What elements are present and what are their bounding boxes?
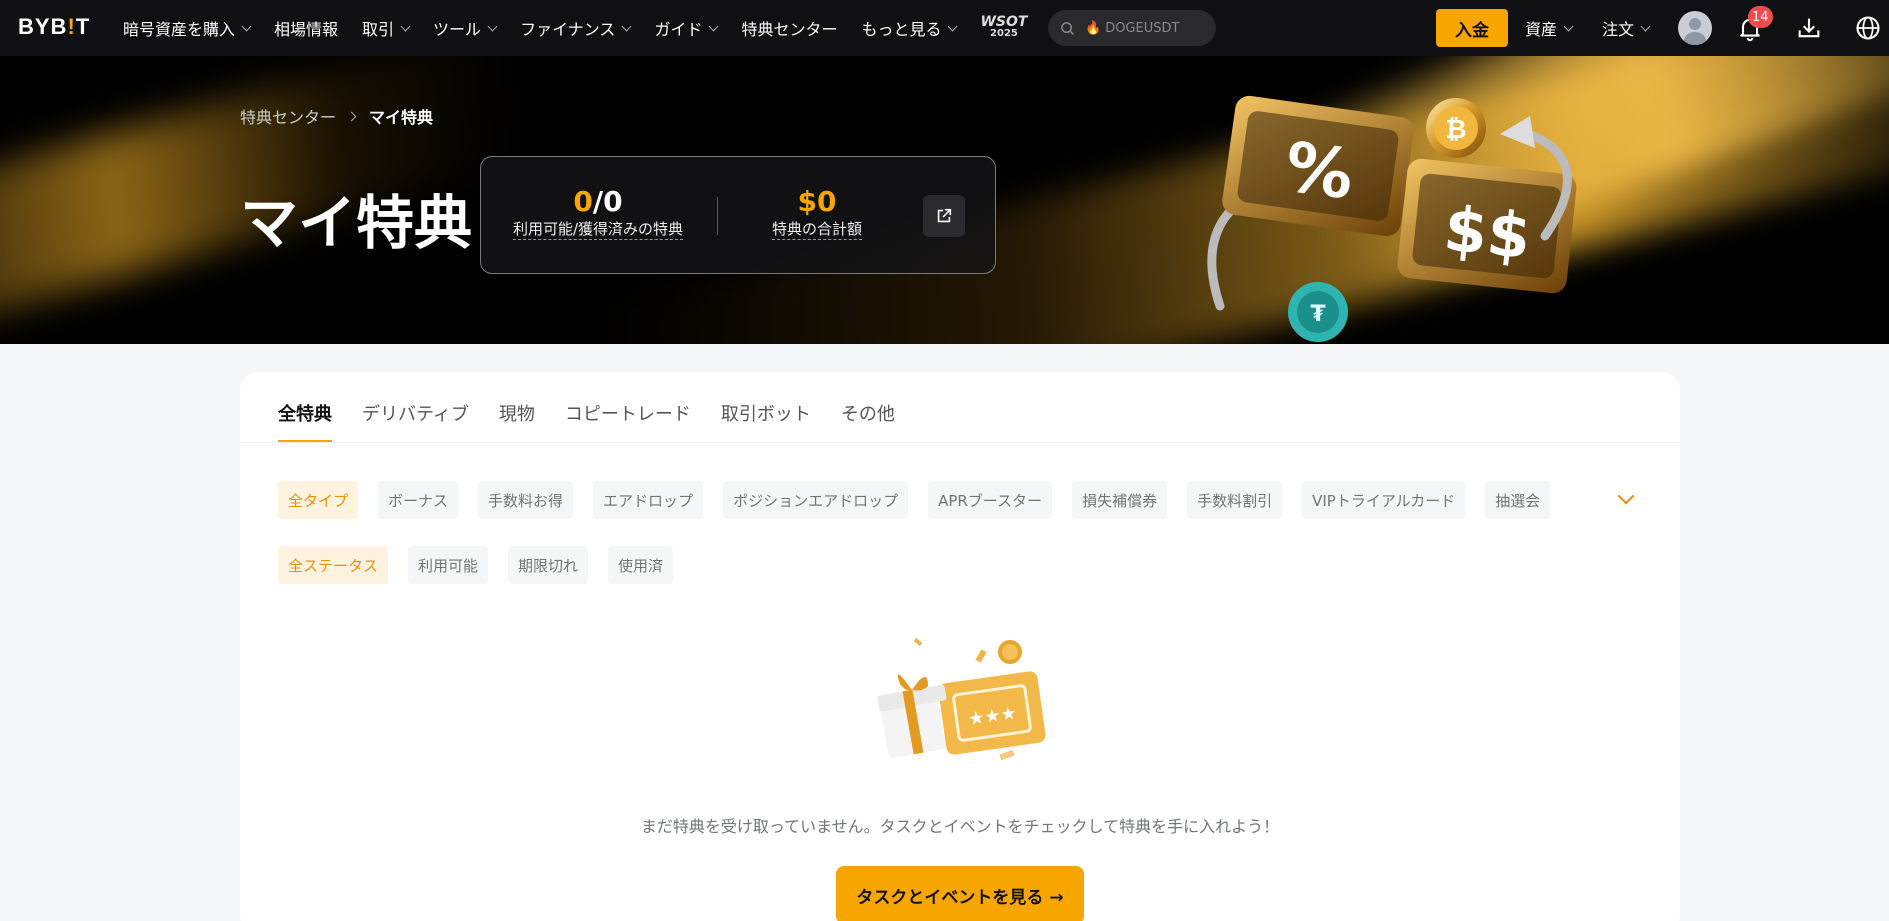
nav-menu: 暗号資産を購入 相場情報 取引 ツール ファイナンス ガイド 特典センター もっ… (123, 0, 1057, 56)
filter-type-all[interactable]: 全タイプ (278, 481, 359, 519)
svg-text:₿: ₿ (1445, 115, 1466, 145)
divider (717, 197, 718, 235)
dollar-symbol: $$ (1441, 192, 1534, 274)
chevron-down-icon (709, 21, 719, 31)
hero-banner: 特典センター マイ特典 マイ特典 0/0 利用可能/獲得済みの特典 $0 特典の… (0, 56, 1889, 344)
tab-other[interactable]: その他 (841, 400, 895, 443)
tab-trading-bot[interactable]: 取引ボット (721, 400, 811, 443)
divider (240, 442, 1680, 443)
percent-symbol: % (1280, 128, 1358, 216)
empty-state-message: まだ特典を受け取っていません。タスクとイベントをチェックして特典を手に入れよう！ (640, 817, 1280, 836)
breadcrumb-rewards-hub[interactable]: 特典センター (240, 104, 336, 128)
rewards-card: 全特典 デリバティブ 現物 コピートレード 取引ボット その他 全タイプ ボーナ… (240, 372, 1680, 921)
nav-item-markets[interactable]: 相場情報 (274, 16, 338, 40)
total-value: $0 (797, 185, 837, 218)
tab-spot[interactable]: 現物 (499, 400, 535, 443)
filter-type-vip-trial[interactable]: VIPトライアルカード (1302, 481, 1466, 519)
nav-item-guide[interactable]: ガイド (654, 16, 719, 40)
status-filter-group: 全ステータス 利用可能 期限切れ 使用済 (278, 546, 693, 584)
nav-item-more[interactable]: もっと見る (861, 16, 958, 40)
svg-text:₮: ₮ (1310, 302, 1326, 327)
reward-tabs: 全特典 デリバティブ 現物 コピートレード 取引ボット その他 (278, 400, 925, 443)
top-navbar: BYB!T 暗号資産を購入 相場情報 取引 ツール ファイナンス ガイド 特典セ… (0, 0, 1889, 56)
search-icon (1061, 21, 1075, 35)
nav-item-tools[interactable]: ツール (433, 16, 498, 40)
rewards-stats-panel: 0/0 利用可能/獲得済みの特典 $0 特典の合計額 (480, 156, 996, 274)
page-title: マイ特典 (240, 189, 473, 257)
empty-gift-illustration: ★★★ (877, 637, 1046, 761)
chevron-down-icon (1563, 21, 1574, 31)
filter-status-all[interactable]: 全ステータス (278, 546, 389, 584)
tab-derivatives[interactable]: デリバティブ (362, 400, 469, 443)
filter-type-bonus[interactable]: ボーナス (378, 481, 459, 519)
orders-menu[interactable]: 注文 (1602, 0, 1651, 56)
filter-type-airdrop[interactable]: エアドロップ (593, 481, 704, 519)
flame-icon: 🔥 (1085, 20, 1102, 36)
nav-item-buy-crypto[interactable]: 暗号資産を購入 (123, 16, 252, 40)
filter-type-apr-booster[interactable]: APRブースター (928, 481, 1053, 519)
filter-type-loss-coverage[interactable]: 損失補償券 (1072, 481, 1168, 519)
notification-badge: 14 (1748, 6, 1773, 28)
chevron-down-icon (948, 21, 958, 31)
nav-item-trade[interactable]: 取引 (362, 16, 411, 40)
chevron-down-icon (400, 21, 411, 31)
nav-item-rewards-hub[interactable]: 特典センター (741, 16, 837, 40)
obtained-count: 0 (603, 185, 623, 218)
view-tasks-events-button[interactable]: タスクとイベントを見る → (836, 866, 1084, 921)
wsot-logo[interactable]: WSOT 2025 (980, 15, 1027, 40)
rewards-hero-illustration: % $$ ₿ ₮ (1207, 95, 1577, 342)
bybit-logo[interactable]: BYB!T (18, 14, 90, 40)
type-filter-group: 全タイプ ボーナス 手数料お得 エアドロップ ポジションエアドロップ APRブー… (278, 481, 1570, 519)
download-icon[interactable] (1795, 14, 1823, 42)
chevron-right-icon (346, 111, 357, 121)
deposit-button[interactable]: 入金 (1436, 9, 1508, 47)
breadcrumb-current: マイ特典 (369, 108, 434, 127)
assets-menu[interactable]: 資産 (1525, 0, 1574, 56)
nav-item-finance[interactable]: ファイナンス (520, 16, 632, 40)
chevron-down-icon (1640, 21, 1651, 31)
chevron-down-icon (487, 21, 498, 31)
tab-all-rewards[interactable]: 全特典 (278, 400, 332, 443)
rewards-count-label[interactable]: 利用可能/獲得済みの特典 (512, 220, 684, 240)
search-input[interactable]: 🔥 DOGEUSDT (1048, 10, 1216, 46)
filter-status-expired[interactable]: 期限切れ (508, 546, 589, 584)
rewards-total-stat: $0 特典の合計額 (767, 185, 867, 240)
filter-status-available[interactable]: 利用可能 (408, 546, 489, 584)
chevron-down-icon (621, 21, 632, 31)
external-link-icon (937, 208, 952, 223)
filter-type-fee-savings[interactable]: 手数料お得 (478, 481, 574, 519)
rewards-count-stat: 0/0 利用可能/獲得済みの特典 (512, 185, 684, 240)
available-count: 0 (573, 185, 593, 218)
tab-copy-trade[interactable]: コピートレード (565, 400, 691, 443)
filter-type-lottery[interactable]: 抽選会 (1485, 481, 1551, 519)
filter-type-fee-discount[interactable]: 手数料割引 (1187, 481, 1283, 519)
breadcrumb: 特典センター マイ特典 (240, 104, 433, 128)
chevron-down-icon (241, 21, 252, 31)
filter-status-used[interactable]: 使用済 (608, 546, 674, 584)
avatar[interactable] (1678, 11, 1712, 45)
external-link-button[interactable] (923, 195, 965, 237)
rewards-total-label[interactable]: 特典の合計額 (771, 220, 862, 240)
filter-type-position-airdrop[interactable]: ポジションエアドロップ (723, 481, 909, 519)
chevron-down-icon[interactable] (1617, 487, 1635, 505)
globe-icon[interactable] (1854, 14, 1882, 42)
